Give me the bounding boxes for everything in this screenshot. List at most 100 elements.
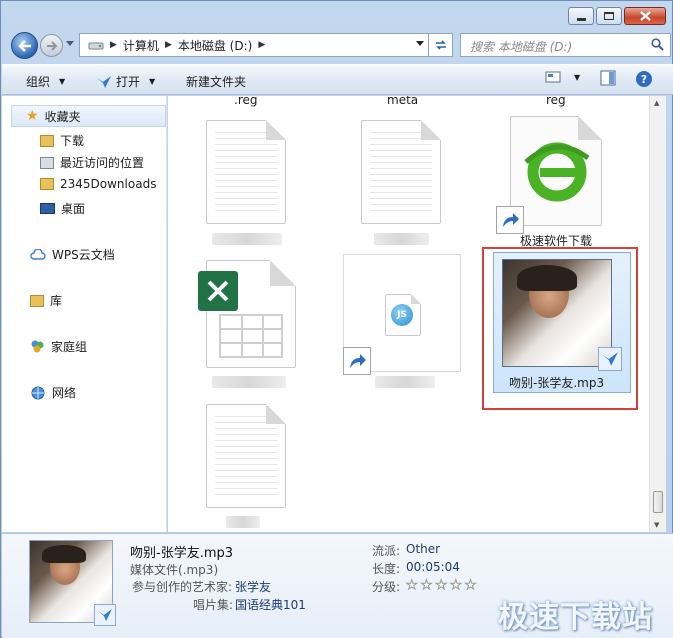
nav-favorites[interactable]: ★ 收藏夹 <box>11 105 166 127</box>
minimize-icon <box>576 17 586 21</box>
star-icon[interactable]: ★ <box>435 578 448 594</box>
command-bar: 组织 ▼ 打开 ▼ 新建文件夹 ▼ ? <box>2 64 673 95</box>
blurred-file-name <box>212 233 282 245</box>
text-file-icon[interactable] <box>206 120 286 224</box>
nav-2345downloads[interactable]: 2345Downloads <box>40 177 156 191</box>
search-input[interactable]: 搜索 本地磁盘 (D:) <box>460 33 671 57</box>
nav-wps-cloud[interactable]: WPS云文档 <box>30 246 115 263</box>
organize-button[interactable]: 组织 ▼ <box>26 73 65 90</box>
nav-label: WPS云文档 <box>52 248 115 262</box>
file-name-label[interactable]: meta <box>387 96 418 107</box>
scroll-up-icon[interactable]: ▲ <box>654 99 659 107</box>
forward-button[interactable] <box>40 34 63 57</box>
bird-icon <box>94 604 116 626</box>
view-icon <box>545 71 561 83</box>
view-options-button[interactable]: ▼ <box>545 70 580 84</box>
refresh-button[interactable] <box>429 33 453 57</box>
back-arrow-icon <box>17 39 31 52</box>
rating-stars[interactable]: ★ ★ ★ ★ ★ <box>406 578 477 594</box>
organize-label: 组织 <box>26 75 51 89</box>
library-icon <box>30 294 44 307</box>
cloud-icon <box>30 248 46 260</box>
minimize-button[interactable] <box>568 7 594 25</box>
preview-pane-icon[interactable] <box>600 70 616 86</box>
explorer-window: ▶ 计算机 ▶ 本地磁盘 (D:) ▶ 搜索 本地磁盘 (D:) 组织 ▼ 打开… <box>0 0 673 638</box>
chevron-down-icon: ▼ <box>149 77 156 86</box>
nav-label: 2345Downloads <box>60 177 157 191</box>
help-icon[interactable]: ? <box>635 70 653 88</box>
nav-label: 库 <box>50 294 63 308</box>
nav-network[interactable]: 网络 <box>30 384 76 401</box>
breadcrumb-separator-icon[interactable]: ▶ <box>110 40 117 50</box>
drive-icon <box>88 42 104 50</box>
download-folder-icon <box>40 134 54 147</box>
excel-icon <box>198 271 238 311</box>
new-folder-button[interactable]: 新建文件夹 <box>186 73 246 90</box>
blurred-file-name <box>375 376 435 388</box>
details-artist-key: 参与创作的艺术家: <box>132 580 233 594</box>
search-icon[interactable] <box>651 38 664 51</box>
navigation-pane: ★ 收藏夹 下载 最近访问的位置 2345Downloads 桌面 WPS云文档… <box>2 96 167 532</box>
scroll-down-icon[interactable]: ▼ <box>654 521 659 529</box>
breadcrumb-drive-d[interactable]: 本地磁盘 (D:) <box>178 37 252 54</box>
details-artist-value[interactable]: 张学友 <box>235 578 271 595</box>
star-icon[interactable]: ★ <box>420 578 433 594</box>
navigation-bar: ▶ 计算机 ▶ 本地磁盘 (D:) ▶ 搜索 本地磁盘 (D:) <box>9 31 671 59</box>
desktop-icon <box>40 203 55 214</box>
shortcut-arrow-icon <box>343 347 371 375</box>
js-icon: JS <box>391 304 413 326</box>
breadcrumb-computer[interactable]: 计算机 <box>123 37 159 54</box>
nav-label: 网络 <box>52 386 77 400</box>
homegroup-icon <box>31 340 44 353</box>
file-name-label[interactable]: reg <box>546 96 566 107</box>
details-album-value[interactable]: 国语经典101 <box>235 596 306 613</box>
vertical-scrollbar[interactable]: ▲ ▼ <box>649 96 666 532</box>
nav-label: 收藏夹 <box>44 109 81 124</box>
nav-recent-places[interactable]: 最近访问的位置 <box>40 154 144 171</box>
search-placeholder: 搜索 本地磁盘 (D:) <box>470 40 573 54</box>
close-icon <box>639 11 651 21</box>
watermark: 极速下载站 <box>498 600 653 635</box>
nav-label: 下载 <box>60 134 85 148</box>
window-controls <box>568 7 666 25</box>
nav-downloads[interactable]: 下载 <box>40 132 84 149</box>
chevron-down-icon: ▼ <box>574 72 581 82</box>
back-button[interactable] <box>11 32 38 59</box>
nav-libraries[interactable]: 库 <box>30 292 62 309</box>
breadcrumb-separator-icon[interactable]: ▶ <box>165 40 172 50</box>
open-label: 打开 <box>116 75 141 89</box>
folder-icon <box>40 178 54 190</box>
details-genre-key: 流派: <box>372 544 401 558</box>
open-button[interactable]: 打开 ▼ <box>96 73 155 90</box>
text-file-icon[interactable] <box>206 404 286 508</box>
recent-pages-dropdown-icon[interactable] <box>66 41 74 47</box>
forward-arrow-icon <box>46 40 57 51</box>
svg-text:?: ? <box>641 73 647 86</box>
highlight-box <box>482 247 638 410</box>
nav-desktop[interactable]: 桌面 <box>40 200 85 217</box>
address-dropdown-icon[interactable] <box>416 41 424 47</box>
details-length-value: 00:05:04 <box>406 560 460 574</box>
nav-homegroup[interactable]: 家庭组 <box>30 338 87 355</box>
breadcrumb-separator-icon[interactable]: ▶ <box>258 40 265 50</box>
shortcut-arrow-icon <box>496 206 524 234</box>
details-genre-value[interactable]: Other <box>406 542 440 556</box>
details-length-key: 长度: <box>372 562 401 576</box>
recent-places-icon <box>40 156 54 169</box>
bird-icon <box>97 75 111 88</box>
details-album-key: 唱片集: <box>193 598 234 612</box>
refresh-icon <box>435 40 446 50</box>
star-icon[interactable]: ★ <box>406 578 419 594</box>
details-rating-key: 分级: <box>372 580 401 594</box>
details-file-name: 吻别-张学友.mp3 <box>130 546 234 561</box>
scrollbar-thumb[interactable] <box>653 491 663 513</box>
close-button[interactable] <box>624 7 666 25</box>
file-name-label[interactable]: .reg <box>234 96 257 107</box>
ie-browser-icon <box>524 142 590 202</box>
text-file-icon[interactable] <box>361 120 441 224</box>
nav-label: 桌面 <box>61 202 86 216</box>
address-bar[interactable]: ▶ 计算机 ▶ 本地磁盘 (D:) ▶ <box>79 33 429 57</box>
star-icon[interactable]: ★ <box>449 578 462 594</box>
maximize-button[interactable] <box>596 7 622 25</box>
star-icon[interactable]: ★ <box>464 578 477 594</box>
